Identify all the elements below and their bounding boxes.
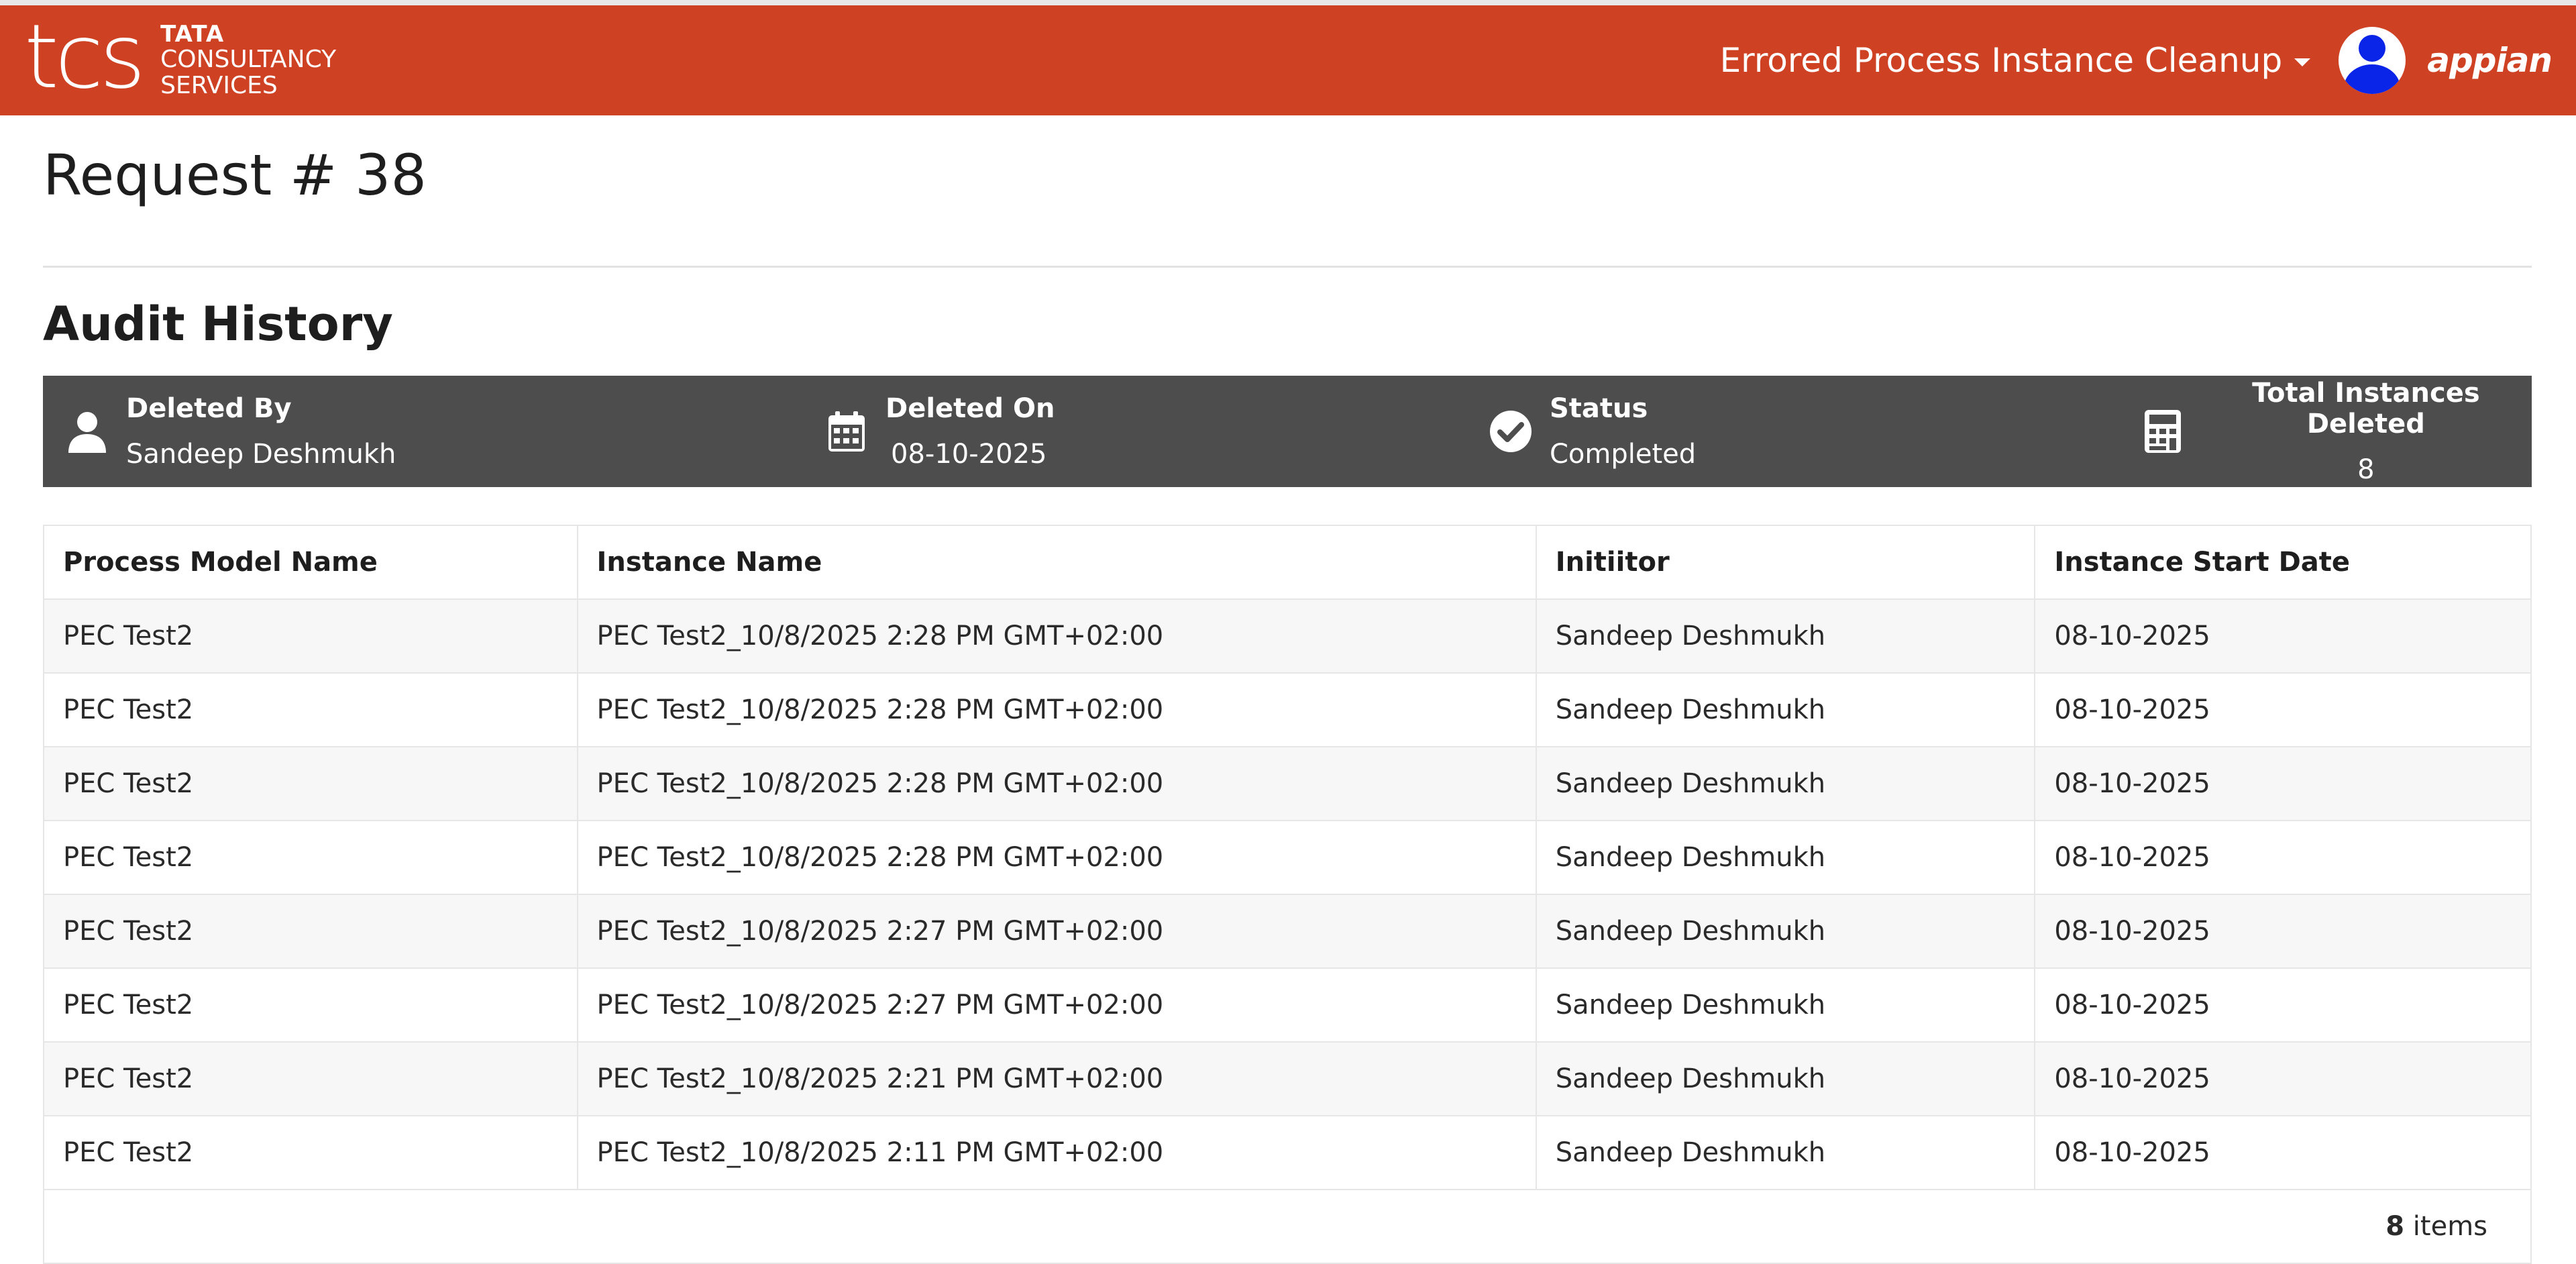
audit-summary-bar: Deleted By Sandeep Deshmukh Deleted On 0… [43,376,2532,487]
cell-instance-name: PEC Test2_10/8/2025 2:27 PM GMT+02:00 [577,894,1537,969]
check-circle-icon [1489,410,1532,453]
table-row: PEC Test2 PEC Test2_10/8/2025 2:11 PM GM… [44,1116,2532,1190]
grid-footer-row: 8 items [44,1190,2531,1263]
cell-initiator: Sandeep Deshmukh [1536,673,2036,747]
deleted-on-value: 08-10-2025 [891,439,1047,470]
cell-initiator: Sandeep Deshmukh [1536,894,2036,969]
caret-down-icon [2294,58,2311,66]
summary-deleted-by: Deleted By Sandeep Deshmukh [66,376,396,487]
cell-process-model-name: PEC Test2 [44,1042,578,1116]
app-name: Errored Process Instance Cleanup [1719,41,2283,80]
table-row: PEC Test2 PEC Test2_10/8/2025 2:28 PM GM… [44,747,2532,821]
cell-initiator: Sandeep Deshmukh [1536,1116,2036,1190]
summary-total-deleted: Total Instances Deleted 8 [2143,376,2532,487]
cell-start-date: 08-10-2025 [2035,1042,2532,1116]
table-row: PEC Test2 PEC Test2_10/8/2025 2:27 PM GM… [44,968,2532,1043]
column-header-instance-name[interactable]: Instance Name [577,525,1537,600]
status-text: Status Completed [1550,393,1696,470]
top-header-bar: tcs TATA CONSULTANCY SERVICES Errored Pr… [0,0,2576,115]
cell-initiator: Sandeep Deshmukh [1536,747,2036,821]
brand-line-consultancy: CONSULTANCY [160,46,337,73]
cell-start-date: 08-10-2025 [2035,1116,2532,1190]
cell-start-date: 08-10-2025 [2035,599,2532,674]
cell-start-date: 08-10-2025 [2035,673,2532,747]
cell-instance-name: PEC Test2_10/8/2025 2:11 PM GMT+02:00 [577,1116,1537,1190]
grid-item-count: 8 items [44,1190,2531,1263]
brand-line-services: SERVICES [160,72,278,99]
table-row: PEC Test2 PEC Test2_10/8/2025 2:28 PM GM… [44,599,2532,674]
audit-instances-grid: Process Model Name Instance Name Initiit… [43,525,2532,1264]
cell-instance-name: PEC Test2_10/8/2025 2:28 PM GMT+02:00 [577,673,1537,747]
section-divider [43,266,2532,268]
cell-process-model-name: PEC Test2 [44,747,578,821]
item-count-number: 8 [2385,1211,2405,1242]
cell-instance-name: PEC Test2_10/8/2025 2:28 PM GMT+02:00 [577,747,1537,821]
deleted-by-value: Sandeep Deshmukh [126,439,396,470]
calculator-icon [2143,410,2183,453]
cell-initiator: Sandeep Deshmukh [1536,821,2036,895]
deleted-by-label: Deleted By [126,393,292,424]
cell-process-model-name: PEC Test2 [44,673,578,747]
cell-initiator: Sandeep Deshmukh [1536,599,2036,674]
tcs-logo-text: TATA CONSULTANCY SERVICES [160,23,336,98]
tcs-logo-mark: tcs [24,5,146,109]
status-value: Completed [1550,439,1697,470]
column-header-process-model-name[interactable]: Process Model Name [44,525,578,600]
cell-initiator: Sandeep Deshmukh [1536,1042,2036,1116]
cell-initiator: Sandeep Deshmukh [1536,968,2036,1043]
cell-process-model-name: PEC Test2 [44,894,578,969]
brand-line-tata: TATA [160,21,225,48]
avatar-head [2359,35,2386,62]
cell-instance-name: PEC Test2_10/8/2025 2:28 PM GMT+02:00 [577,821,1537,895]
header-right: Errored Process Instance Cleanup appian [1720,5,2553,115]
cell-start-date: 08-10-2025 [2035,821,2532,895]
deleted-on-label: Deleted On [885,393,1055,424]
cell-start-date: 08-10-2025 [2035,968,2532,1043]
avatar-body [2344,64,2401,94]
table-row: PEC Test2 PEC Test2_10/8/2025 2:28 PM GM… [44,821,2532,895]
total-deleted-value: 8 [2357,454,2375,485]
table-row: PEC Test2 PEC Test2_10/8/2025 2:28 PM GM… [44,673,2532,747]
tcs-logo[interactable]: tcs TATA CONSULTANCY SERVICES [24,5,336,115]
item-count-label: items [2412,1211,2487,1242]
table-row: PEC Test2 PEC Test2_10/8/2025 2:21 PM GM… [44,1042,2532,1116]
cell-start-date: 08-10-2025 [2035,747,2532,821]
grid-header-row: Process Model Name Instance Name Initiit… [44,525,2532,600]
user-avatar[interactable] [2339,27,2406,94]
cell-process-model-name: PEC Test2 [44,821,578,895]
status-label: Status [1550,393,1648,424]
section-title: Audit History [43,297,393,352]
summary-deleted-on: Deleted On 08-10-2025 [825,376,1055,487]
column-header-initiator[interactable]: Initiitor [1536,525,2036,600]
cell-process-model-name: PEC Test2 [44,599,578,674]
user-icon [66,410,109,453]
total-deleted-label: Total Instances Deleted [2252,378,2480,439]
deleted-by-text: Deleted By Sandeep Deshmukh [126,393,396,470]
app-switcher-menu[interactable]: Errored Process Instance Cleanup [1720,41,2311,80]
cell-instance-name: PEC Test2_10/8/2025 2:21 PM GMT+02:00 [577,1042,1537,1116]
cell-process-model-name: PEC Test2 [44,1116,578,1190]
calendar-icon [825,410,868,453]
total-deleted-text: Total Instances Deleted 8 [2200,378,2532,485]
cell-instance-name: PEC Test2_10/8/2025 2:27 PM GMT+02:00 [577,968,1537,1043]
table-row: PEC Test2 PEC Test2_10/8/2025 2:27 PM GM… [44,894,2532,969]
column-header-instance-start-date[interactable]: Instance Start Date [2035,525,2532,600]
appian-logo: appian [2427,41,2553,80]
page-title: Request # 38 [43,142,427,208]
cell-start-date: 08-10-2025 [2035,894,2532,969]
summary-status: Status Completed [1489,376,1696,487]
cell-instance-name: PEC Test2_10/8/2025 2:28 PM GMT+02:00 [577,599,1537,674]
cell-process-model-name: PEC Test2 [44,968,578,1043]
deleted-on-text: Deleted On 08-10-2025 [885,393,1055,470]
